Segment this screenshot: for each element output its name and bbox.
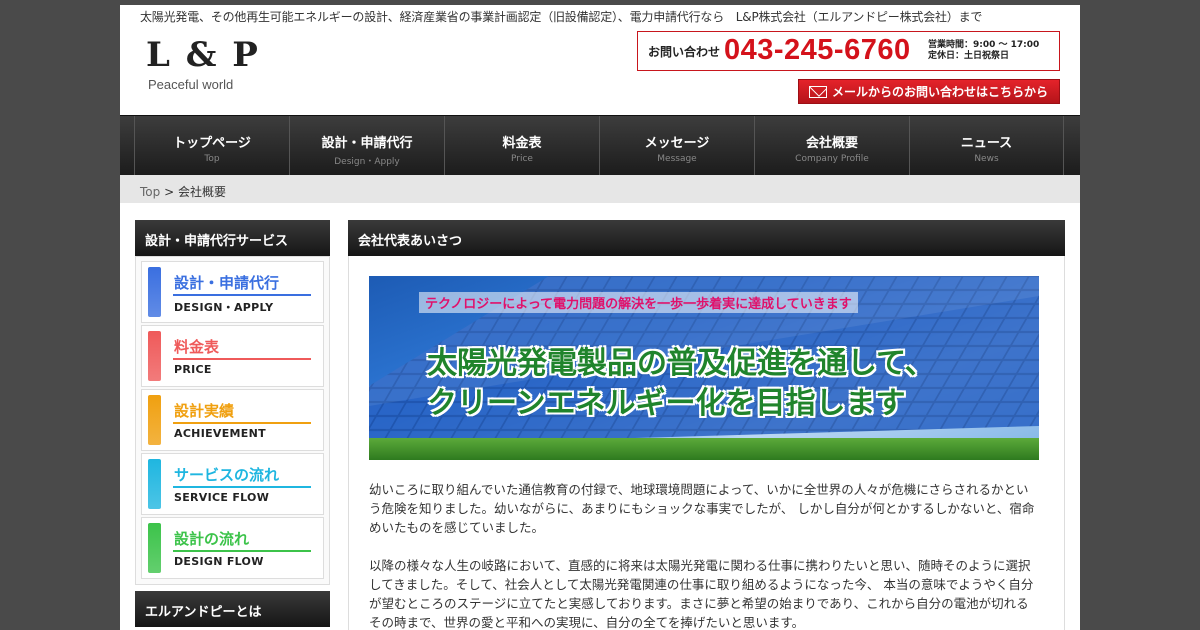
underline <box>173 294 311 296</box>
banner-headline-1: 太陽光発電製品の普及促進を通して、 <box>427 346 935 381</box>
color-bar <box>148 395 161 445</box>
underline <box>173 550 311 552</box>
nav-label: メッセージ <box>644 136 710 151</box>
nav-sublabel: Price <box>511 154 533 164</box>
nav-label: 会社概要 <box>805 136 858 151</box>
sidebar-item-label: 設計実績 <box>174 402 235 420</box>
greeting-paragraph-1: 幼いころに取り組んでいた通信教育の付録で、地球環境問題によって、いかに全世界の人… <box>369 482 1035 535</box>
nav-sublabel: Message <box>657 154 697 164</box>
sidebar-item-label: 設計の流れ <box>174 530 250 548</box>
banner-headline-2: クリーンエネルギー化を目指します <box>427 386 906 421</box>
page: 太陽光発電、その他再生可能エネルギーの設計、経済産業省の事業計画認定（旧設備認定… <box>120 5 1080 630</box>
nav-item-design-apply[interactable]: 設計・申請代行 Design・Apply <box>289 116 444 176</box>
sidebar-item-sublabel: SERVICE FLOW <box>174 491 270 504</box>
sidebar-item-sublabel: PRICE <box>174 363 212 376</box>
nav-label: トップページ <box>173 136 251 151</box>
global-nav: トップページ Top 設計・申請代行 Design・Apply 料金表 Pric… <box>120 115 1080 176</box>
nav-item-top[interactable]: トップページ Top <box>134 116 289 176</box>
breadcrumb-home-link[interactable]: Top <box>140 185 160 199</box>
sidebar-item-label: 料金表 <box>174 338 220 356</box>
breadcrumb-current: 会社概要 <box>177 185 226 199</box>
nav-item-message[interactable]: メッセージ Message <box>599 116 754 176</box>
contact-label: お問い合わせ <box>648 45 721 59</box>
solar-banner: テクノロジーによって電力問題の解決を一歩一歩着実に達成していきます 太陽光発電製… <box>369 276 1039 460</box>
nav-item-news[interactable]: ニュース News <box>909 116 1064 176</box>
sidebar-item-service-flow[interactable]: サービスの流れ SERVICE FLOW <box>141 453 324 515</box>
sidebar-item-sublabel: DESIGN FLOW <box>174 555 264 568</box>
nav-label: 設計・申請代行 <box>321 136 413 151</box>
sidebar-item-achievement[interactable]: 設計実績 ACHIEVEMENT <box>141 389 324 451</box>
breadcrumb-separator: > <box>160 185 178 199</box>
section-body: テクノロジーによって電力問題の解決を一歩一歩着実に達成していきます 太陽光発電製… <box>348 256 1065 630</box>
sidebar: 設計・申請代行サービス 設計・申請代行 DESIGN・APPLY 料金表 PRI… <box>135 220 330 627</box>
business-hours: 営業時間：9:00 〜 17:00 定休日：土日祝祭日 <box>928 40 1039 62</box>
mail-icon <box>809 85 827 98</box>
hours-text: 営業時間：9:00 〜 17:00 <box>928 40 1040 50</box>
contact-box: お問い合わせ 043-245-6760 営業時間：9:00 〜 17:00 定休… <box>637 31 1060 71</box>
sidebar-item-price[interactable]: 料金表 PRICE <box>141 325 324 387</box>
breadcrumb: Top > 会社概要 <box>120 175 1080 203</box>
sidebar-item-label: サービスの流れ <box>174 466 280 484</box>
underline <box>173 486 311 488</box>
sidebar-item-sublabel: ACHIEVEMENT <box>174 427 266 440</box>
nav-item-price[interactable]: 料金表 Price <box>444 116 599 176</box>
nav-label: 料金表 <box>502 136 542 151</box>
nav-item-company-profile[interactable]: 会社概要 Company Profile <box>754 116 909 176</box>
nav-sublabel: Design・Apply <box>334 157 400 167</box>
closed-days-text: 定休日：土日祝祭日 <box>928 51 1010 61</box>
sidebar-service-list: 設計・申請代行 DESIGN・APPLY 料金表 PRICE 設計実績 ACHI… <box>135 256 330 585</box>
color-bar <box>148 267 161 317</box>
sidebar-heading-about: エルアンドピーとは <box>135 591 330 627</box>
phone-number[interactable]: 043-245-6760 <box>724 34 911 67</box>
greeting-paragraph-2: 以降の様々な人生の岐路において、直感的に将来は太陽光発電に関わる仕事に携わりたい… <box>369 558 1034 630</box>
nav-sublabel: Company Profile <box>795 154 869 164</box>
mail-contact-label: メールからのお問い合わせはこちらから <box>832 85 1049 99</box>
sidebar-item-design-apply[interactable]: 設計・申請代行 DESIGN・APPLY <box>141 261 324 323</box>
logo-subtitle: Peaceful world <box>148 77 234 92</box>
site-logo[interactable]: L & P <box>146 35 260 75</box>
sidebar-item-label: 設計・申請代行 <box>174 274 280 292</box>
color-bar <box>148 331 161 381</box>
sidebar-item-sublabel: DESIGN・APPLY <box>174 301 274 314</box>
section-heading: 会社代表あいさつ <box>348 220 1065 256</box>
underline <box>173 358 311 360</box>
main-content: 会社代表あいさつ テクノロジーによって電力問題の解決を一歩一歩着実に達成していき… <box>348 220 1065 630</box>
mail-contact-button[interactable]: メールからのお問い合わせはこちらから <box>798 79 1060 104</box>
color-bar <box>148 523 161 573</box>
nav-sublabel: Top <box>204 154 220 164</box>
sidebar-heading: 設計・申請代行サービス <box>135 220 330 256</box>
header-tagline: 太陽光発電、その他再生可能エネルギーの設計、経済産業省の事業計画認定（旧設備認定… <box>140 10 983 24</box>
underline <box>173 422 311 424</box>
nav-label: ニュース <box>960 136 1013 151</box>
color-bar <box>148 459 161 509</box>
nav-sublabel: News <box>974 154 999 164</box>
grass-strip <box>369 438 1039 460</box>
banner-caption: テクノロジーによって電力問題の解決を一歩一歩着実に達成していきます <box>419 292 858 313</box>
sidebar-item-design-flow[interactable]: 設計の流れ DESIGN FLOW <box>141 517 324 579</box>
